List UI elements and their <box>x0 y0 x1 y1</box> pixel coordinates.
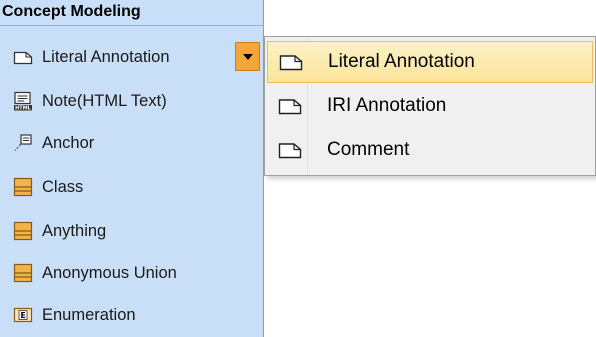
menu-item-label: Literal Annotation <box>328 51 475 72</box>
palette-item-label: Note(HTML Text) <box>42 91 167 110</box>
annotation-icon <box>12 46 34 68</box>
palette-item-label: Enumeration <box>42 305 136 324</box>
svg-text:E: E <box>20 311 25 320</box>
svg-text:HTML: HTML <box>15 106 32 111</box>
menu-item-iri-annotation[interactable]: IRI Annotation <box>267 85 593 127</box>
palette-item-enumeration[interactable]: E Enumeration <box>0 296 262 334</box>
palette-group-header[interactable]: Concept Modeling <box>0 0 263 26</box>
palette-group-title: Concept Modeling <box>2 3 141 20</box>
palette-item-label: Anchor <box>42 133 95 152</box>
annotation-icon <box>277 139 303 161</box>
menu-item-literal-annotation[interactable]: Literal Annotation <box>267 41 593 83</box>
class-icon <box>12 220 34 242</box>
triangle-down-icon <box>242 48 254 66</box>
palette-item-label: Class <box>42 177 84 196</box>
palette-item-label: Anything <box>42 221 107 240</box>
annotation-icon <box>277 95 303 117</box>
palette-item-anonymous-union[interactable]: Anonymous Union <box>0 254 262 292</box>
palette-item-label: Literal Annotation <box>42 47 170 66</box>
palette-item-popup-menu: Literal Annotation IRI Annotation Commen… <box>264 36 596 176</box>
palette-item-literal-annotation[interactable]: Literal Annotation <box>0 38 262 76</box>
class-icon <box>12 262 34 284</box>
palette-item-label: Anonymous Union <box>42 263 177 282</box>
palette-item-anchor[interactable]: Anchor <box>0 124 262 162</box>
palette-item-class[interactable]: Class <box>0 168 262 206</box>
palette-item-html-note[interactable]: HTML Note(HTML Text) <box>0 82 262 120</box>
enumeration-icon: E <box>12 304 34 326</box>
diagram-palette: Concept Modeling Literal Annotation HTML <box>0 0 264 337</box>
html-note-icon: HTML <box>12 90 34 112</box>
diagram-canvas[interactable] <box>264 0 596 36</box>
menu-item-label: IRI Annotation <box>327 95 447 116</box>
palette-item-anything[interactable]: Anything <box>0 212 262 250</box>
palette-item-dropdown-button[interactable] <box>235 42 260 71</box>
menu-item-comment[interactable]: Comment <box>267 129 593 171</box>
class-icon <box>12 176 34 198</box>
anchor-icon <box>12 132 34 154</box>
menu-item-label: Comment <box>327 139 410 160</box>
annotation-icon <box>278 51 304 73</box>
